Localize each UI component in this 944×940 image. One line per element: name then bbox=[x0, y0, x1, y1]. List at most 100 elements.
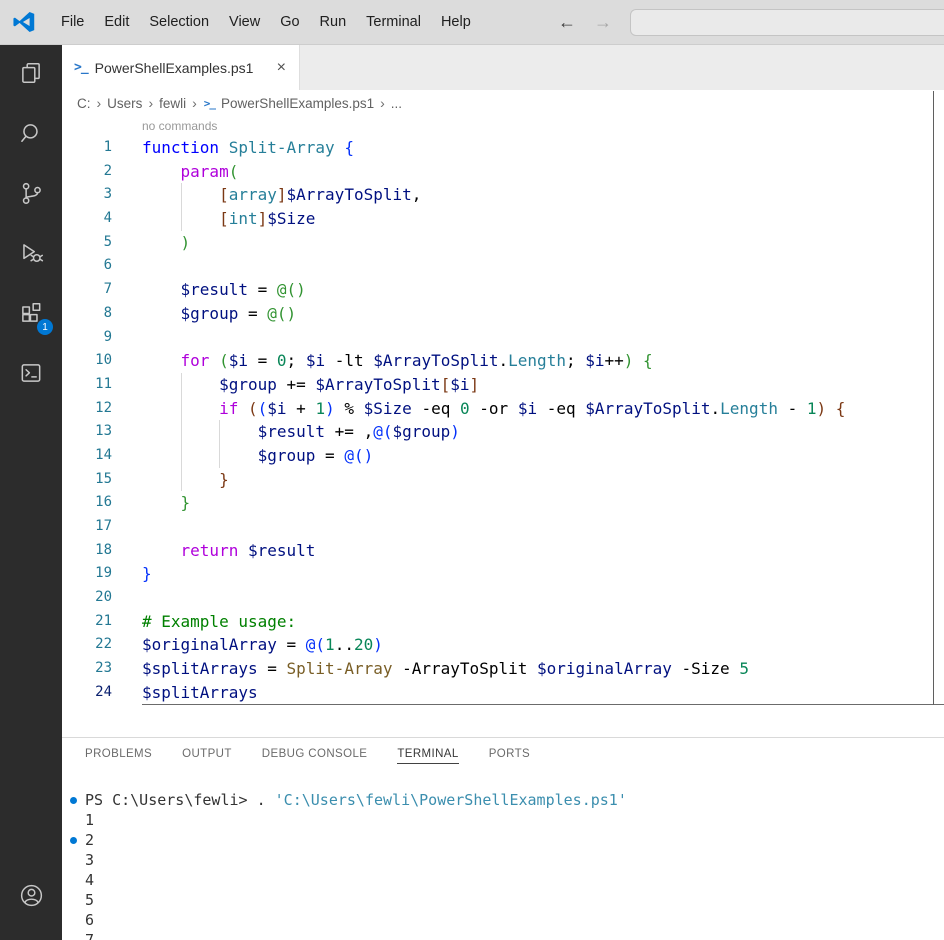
line-number[interactable]: 5 bbox=[62, 231, 112, 255]
terminal-view[interactable]: PS C:\Users\fewli> . 'C:\Users\fewli\Pow… bbox=[62, 774, 944, 940]
menu-edit[interactable]: Edit bbox=[94, 14, 139, 30]
activity-extensions-button[interactable]: 1 bbox=[0, 285, 62, 345]
activity-run-debug-button[interactable] bbox=[0, 225, 62, 285]
editor-right-border bbox=[933, 91, 934, 705]
code-line[interactable]: 2 param( bbox=[62, 160, 944, 184]
line-number[interactable]: 19 bbox=[62, 562, 112, 586]
menu-terminal[interactable]: Terminal bbox=[356, 14, 431, 30]
menu-help[interactable]: Help bbox=[431, 14, 481, 30]
code-line[interactable]: 18 return $result bbox=[62, 539, 944, 563]
terminal-line: 5 bbox=[85, 891, 95, 909]
forward-button[interactable]: → bbox=[594, 0, 612, 45]
code-line[interactable]: 20 bbox=[62, 586, 944, 610]
code-line[interactable]: 14 $group = @() bbox=[62, 443, 944, 468]
menu-selection[interactable]: Selection bbox=[139, 14, 219, 30]
extensions-badge: 1 bbox=[37, 319, 53, 335]
terminal-line: 7 bbox=[85, 931, 95, 940]
line-number[interactable]: 13 bbox=[62, 420, 112, 444]
breadcrumb-item[interactable]: Users bbox=[106, 96, 143, 111]
line-number[interactable]: 1 bbox=[62, 136, 112, 160]
code-text: } bbox=[180, 493, 191, 513]
line-number[interactable]: 21 bbox=[62, 610, 112, 634]
line-number[interactable]: 23 bbox=[62, 657, 112, 681]
breadcrumb-item[interactable]: ... bbox=[390, 96, 403, 111]
line-number[interactable]: 24 bbox=[62, 681, 112, 705]
line-number[interactable]: 7 bbox=[62, 278, 112, 302]
menu-run[interactable]: Run bbox=[310, 14, 357, 30]
activity-explorer-button[interactable] bbox=[0, 45, 62, 105]
code-line[interactable]: 8 $group = @() bbox=[62, 302, 944, 326]
indent-guide bbox=[219, 420, 221, 444]
indent-guide bbox=[180, 467, 182, 492]
code-line[interactable]: 6 bbox=[62, 254, 944, 278]
code-line[interactable]: 17 bbox=[62, 515, 944, 539]
terminal-line: PS C:\Users\fewli> . 'C:\Users\fewli\Pow… bbox=[62, 790, 944, 810]
tab-close-button[interactable]: × bbox=[274, 59, 289, 77]
code-text: # Example usage: bbox=[142, 611, 297, 631]
code-line[interactable]: 5 ) bbox=[62, 231, 944, 255]
line-number[interactable]: 22 bbox=[62, 633, 112, 657]
code-text: $originalArray = @(1..20) bbox=[142, 635, 383, 655]
line-number[interactable]: 12 bbox=[62, 397, 112, 421]
code-line[interactable]: 10 for ($i = 0; $i -lt $ArrayToSplit.Len… bbox=[62, 349, 944, 373]
line-number[interactable]: 3 bbox=[62, 183, 112, 207]
vscode-logo-icon[interactable] bbox=[13, 11, 35, 33]
line-number[interactable]: 4 bbox=[62, 207, 112, 231]
code-line[interactable]: 19} bbox=[62, 562, 944, 586]
panel-tab-problems[interactable]: PROBLEMS bbox=[85, 748, 152, 764]
line-number[interactable]: 20 bbox=[62, 586, 112, 610]
code-line[interactable]: 13 $result += ,@($group) bbox=[62, 420, 944, 444]
activity-source-control-button[interactable] bbox=[0, 165, 62, 225]
line-number[interactable]: 11 bbox=[62, 373, 112, 397]
code-line[interactable]: 16 } bbox=[62, 491, 944, 515]
line-number[interactable]: 2 bbox=[62, 160, 112, 184]
title-bar: File Edit Selection View Go Run Terminal Help ←… bbox=[0, 0, 944, 45]
back-button[interactable]: ← bbox=[558, 0, 576, 45]
code-line[interactable]: 24 $splitArrays bbox=[62, 681, 944, 705]
code-text: for ($i = 0; $i -lt $ArrayToSplit.Length… bbox=[180, 351, 653, 371]
breadcrumb-item[interactable]: PowerShellExamples.ps1 bbox=[220, 96, 375, 111]
code-line[interactable]: 3 [array]$ArrayToSplit, bbox=[62, 183, 944, 208]
code-line[interactable]: 21 # Example usage: bbox=[62, 610, 944, 634]
command-decoration-dot[interactable] bbox=[70, 797, 77, 804]
activity-search-button[interactable] bbox=[0, 105, 62, 165]
code-line[interactable]: 22 $originalArray = @(1..20) bbox=[62, 633, 944, 657]
line-number[interactable]: 6 bbox=[62, 254, 112, 278]
code-line[interactable]: 23 $splitArrays = Split-Array -ArrayToSpl… bbox=[62, 657, 944, 681]
terminal-line: 2 bbox=[62, 830, 944, 850]
breadcrumb-item[interactable]: C: bbox=[76, 96, 92, 111]
menu-go[interactable]: Go bbox=[270, 14, 309, 30]
code-line[interactable]: 4 [int]$Size bbox=[62, 207, 944, 231]
code-line[interactable]: 9 bbox=[62, 326, 944, 350]
accounts-button[interactable] bbox=[0, 868, 62, 928]
line-number[interactable]: 9 bbox=[62, 326, 112, 350]
line-number[interactable]: 18 bbox=[62, 539, 112, 563]
line-number[interactable]: 14 bbox=[62, 444, 112, 468]
terminal-line: 1 bbox=[85, 811, 95, 829]
activity-terminal-button[interactable] bbox=[0, 345, 62, 405]
code-line[interactable]: 12 if (($i + 1) % $Size -eq 0 -or $i -eq… bbox=[62, 396, 944, 421]
menu-view[interactable]: View bbox=[219, 14, 270, 30]
line-number[interactable]: 8 bbox=[62, 302, 112, 326]
code-editor[interactable]: no commands 1 function Split-Array {2 par… bbox=[62, 116, 944, 737]
panel-tab-terminal[interactable]: TERMINAL bbox=[397, 748, 459, 764]
indent-guide bbox=[180, 372, 182, 397]
panel-tab-ports[interactable]: PORTS bbox=[489, 748, 530, 764]
code-line[interactable]: 11 $group += $ArrayToSplit[$i] bbox=[62, 372, 944, 397]
panel-tab-debug-console[interactable]: DEBUG CONSOLE bbox=[262, 748, 368, 764]
command-decoration-dot[interactable] bbox=[70, 837, 77, 844]
menu-file[interactable]: File bbox=[51, 14, 94, 30]
line-number[interactable]: 15 bbox=[62, 468, 112, 492]
code-line[interactable]: 7 $result = @() bbox=[62, 278, 944, 302]
code-line[interactable]: 15 } bbox=[62, 467, 944, 492]
panel-tab-output[interactable]: OUTPUT bbox=[182, 748, 232, 764]
line-number[interactable]: 16 bbox=[62, 491, 112, 515]
line-number[interactable]: 17 bbox=[62, 515, 112, 539]
tab-powershellexamples[interactable]: >_ PowerShellExamples.ps1 × bbox=[62, 45, 300, 90]
breadcrumb-item[interactable]: fewli bbox=[158, 96, 187, 111]
line-number[interactable]: 10 bbox=[62, 349, 112, 373]
code-line[interactable]: 1 function Split-Array { bbox=[62, 136, 944, 160]
command-center[interactable] bbox=[630, 9, 944, 36]
codelens-label[interactable]: no commands bbox=[142, 116, 944, 136]
